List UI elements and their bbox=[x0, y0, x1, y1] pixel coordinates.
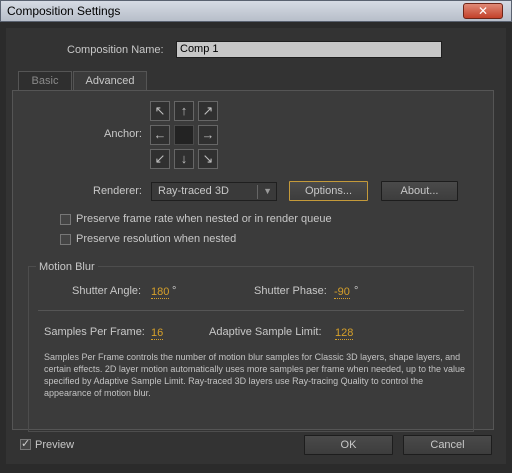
adaptive-sample-limit-label: Adaptive Sample Limit: bbox=[209, 326, 322, 338]
samples-per-frame-label: Samples Per Frame: bbox=[44, 326, 145, 338]
anchor-grid: ↖ ↑ ↗ ← → ↙ ↓ ↘ bbox=[150, 101, 218, 169]
ok-button[interactable]: OK bbox=[304, 435, 393, 455]
anchor-top-button[interactable]: ↑ bbox=[174, 101, 194, 121]
shutter-phase-value[interactable]: -90 bbox=[334, 286, 350, 299]
about-button[interactable]: About... bbox=[381, 181, 458, 201]
tab-basic[interactable]: Basic bbox=[18, 71, 72, 91]
anchor-bottom-left-button[interactable]: ↙ bbox=[150, 149, 170, 169]
cancel-button[interactable]: Cancel bbox=[403, 435, 492, 455]
close-button[interactable]: ✕ bbox=[463, 3, 503, 19]
anchor-top-left-button[interactable]: ↖ bbox=[150, 101, 170, 121]
shutter-phase-label: Shutter Phase: bbox=[254, 285, 327, 297]
chevron-down-icon: ▼ bbox=[263, 186, 272, 196]
anchor-center-button[interactable] bbox=[174, 125, 194, 145]
renderer-select[interactable]: Ray-traced 3D ▼ bbox=[151, 182, 277, 201]
close-icon: ✕ bbox=[477, 4, 489, 18]
anchor-left-button[interactable]: ← bbox=[150, 125, 170, 145]
window-title: Composition Settings bbox=[7, 4, 121, 18]
title-bar: Composition Settings ✕ bbox=[0, 0, 512, 22]
shutter-angle-label: Shutter Angle: bbox=[72, 285, 142, 297]
options-button[interactable]: Options... bbox=[289, 181, 368, 201]
renderer-label: Renderer: bbox=[93, 185, 142, 197]
shutter-phase-unit: ° bbox=[354, 285, 359, 297]
preserve-frame-rate-checkbox[interactable] bbox=[60, 214, 71, 225]
samples-per-frame-value[interactable]: 16 bbox=[151, 327, 164, 340]
shutter-angle-unit: ° bbox=[172, 285, 177, 297]
anchor-right-button[interactable]: → bbox=[198, 125, 218, 145]
anchor-bottom-button[interactable]: ↓ bbox=[174, 149, 194, 169]
composition-name-label: Composition Name: bbox=[67, 44, 164, 56]
anchor-top-right-button[interactable]: ↗ bbox=[198, 101, 218, 121]
motion-blur-description: Samples Per Frame controls the number of… bbox=[44, 352, 466, 398]
preserve-frame-rate-label: Preserve frame rate when nested or in re… bbox=[76, 213, 332, 225]
composition-name-input[interactable]: Comp 1 bbox=[176, 41, 442, 58]
anchor-label: Anchor: bbox=[104, 128, 142, 140]
adaptive-sample-limit-value[interactable]: 128 bbox=[335, 327, 354, 340]
renderer-value: Ray-traced 3D bbox=[158, 185, 229, 197]
motion-blur-divider bbox=[38, 310, 464, 311]
preview-checkbox[interactable] bbox=[20, 437, 31, 450]
anchor-bottom-right-button[interactable]: ↘ bbox=[198, 149, 218, 169]
preserve-resolution-label: Preserve resolution when nested bbox=[76, 233, 237, 245]
dropdown-separator bbox=[257, 185, 258, 199]
motion-blur-title: Motion Blur bbox=[36, 261, 98, 273]
shutter-angle-value[interactable]: 180 bbox=[151, 286, 170, 299]
preview-label: Preview bbox=[35, 439, 75, 451]
tab-advanced[interactable]: Advanced bbox=[73, 71, 147, 91]
preserve-resolution-checkbox[interactable] bbox=[60, 234, 71, 245]
